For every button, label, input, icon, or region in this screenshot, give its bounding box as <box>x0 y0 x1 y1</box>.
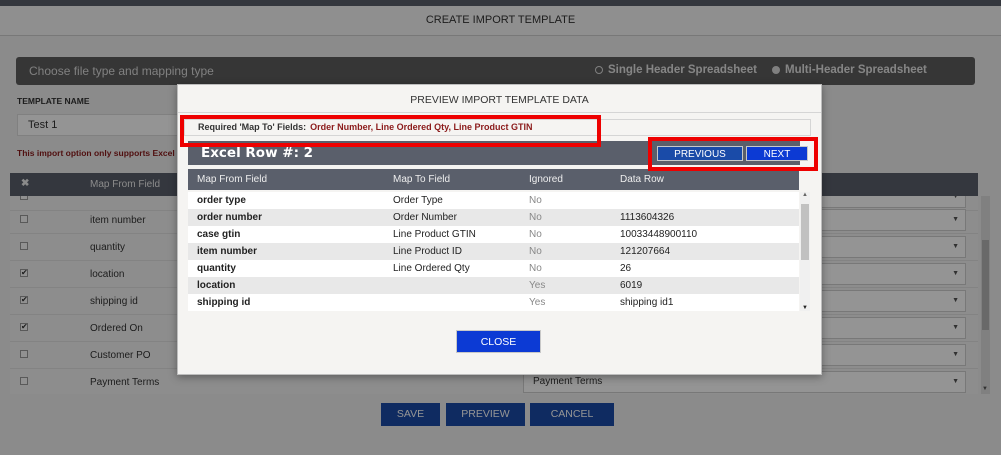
preview-table-body: order type Order Type No order number Or… <box>188 192 799 311</box>
cell-map-from: location <box>197 280 236 291</box>
cell-data-row: 121207664 <box>620 246 671 257</box>
table-row: order number Order Number No 1113604326 <box>188 209 799 226</box>
table-row: item number Line Product ID No 121207664 <box>188 243 799 260</box>
cell-map-to: Line Ordered Qty <box>393 263 470 274</box>
cell-map-to: Line Product ID <box>393 246 462 257</box>
cell-ignored: No <box>529 246 542 257</box>
cell-map-to: Line Product GTIN <box>393 229 476 240</box>
scroll-up-icon[interactable]: ▲ <box>802 192 808 198</box>
cell-data-row: 6019 <box>620 280 643 291</box>
table-row: quantity Line Ordered Qty No 26 <box>188 260 799 277</box>
col-header-map-from: Map From Field <box>197 174 268 185</box>
cell-map-from: item number <box>197 246 258 257</box>
cell-map-from: case gtin <box>197 229 241 240</box>
cell-ignored: No <box>529 195 542 206</box>
cell-data-row: 10033448900110 <box>620 229 698 240</box>
cell-data-row: 26 <box>620 263 632 274</box>
cell-map-to: Order Type <box>393 195 443 206</box>
cell-ignored: Yes <box>529 297 546 308</box>
preview-table-header: Map From Field Map To Field Ignored Data… <box>188 169 799 190</box>
col-header-map-to: Map To Field <box>393 174 451 185</box>
cell-data-row: shipping id1 <box>620 297 674 308</box>
excel-row-label: Excel Row #: 2 <box>201 145 314 161</box>
cell-ignored: Yes <box>529 280 546 291</box>
cell-data-row: 1113604326 <box>620 212 675 223</box>
table-scrollbar[interactable]: ▲ ▼ <box>800 192 810 311</box>
table-row: case gtin Line Product GTIN No 100334489… <box>188 226 799 243</box>
col-header-data-row: Data Row <box>620 174 664 185</box>
nav-buttons-highlight <box>648 137 818 171</box>
table-row: shipping id Yes shipping id1 <box>188 294 799 311</box>
cell-map-from: order type <box>197 195 246 206</box>
cell-ignored: No <box>529 212 542 223</box>
col-header-ignored: Ignored <box>529 174 563 185</box>
close-button[interactable]: CLOSE <box>456 330 541 353</box>
cell-map-from: order number <box>197 212 263 223</box>
scrollbar-thumb[interactable] <box>801 204 809 260</box>
table-row: order type Order Type No <box>188 192 799 209</box>
scroll-down-icon[interactable]: ▼ <box>802 305 808 311</box>
modal-title: PREVIEW IMPORT TEMPLATE DATA <box>178 85 821 113</box>
cell-map-from: quantity <box>197 263 236 274</box>
table-row: location Yes 6019 <box>188 277 799 294</box>
cell-map-to: Order Number <box>393 212 457 223</box>
required-fields-highlight <box>180 115 601 147</box>
cell-map-from: shipping id <box>197 297 251 308</box>
cell-ignored: No <box>529 229 542 240</box>
cell-ignored: No <box>529 263 542 274</box>
